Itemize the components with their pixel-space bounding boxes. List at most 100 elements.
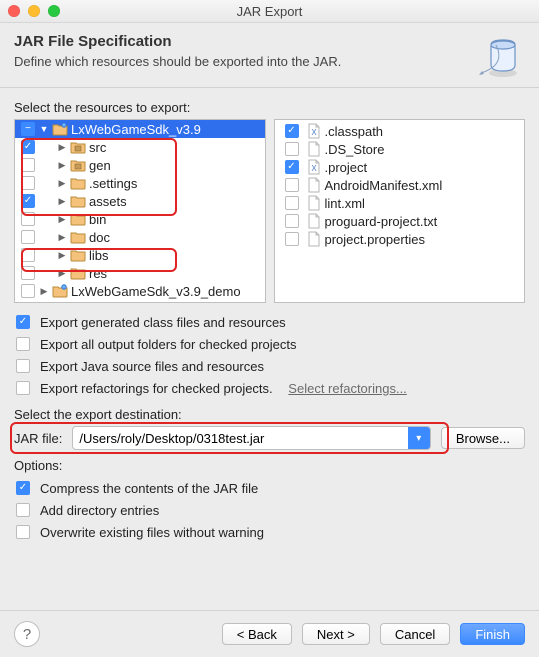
export-output-check[interactable]: [16, 337, 30, 351]
file-label: .classpath: [325, 124, 384, 139]
folder-icon: [70, 175, 86, 191]
tree-label: res: [89, 266, 107, 281]
options-label: Options:: [14, 458, 525, 473]
file-label: .project: [325, 160, 368, 175]
file-row[interactable]: proguard-project.txt: [275, 212, 525, 230]
package-icon: [70, 157, 86, 173]
file-row[interactable]: AndroidManifest.xml: [275, 176, 525, 194]
tree-check[interactable]: [21, 158, 35, 172]
tree-label: .settings: [89, 176, 137, 191]
file-row[interactable]: project.properties: [275, 230, 525, 248]
tree-check[interactable]: [21, 230, 35, 244]
tree-label: LxWebGameSdk_v3.9_demo: [71, 284, 241, 299]
file-label: AndroidManifest.xml: [325, 178, 443, 193]
export-source-row[interactable]: Export Java source files and resources: [14, 355, 525, 377]
tree-label: doc: [89, 230, 110, 245]
tree-label: LxWebGameSdk_v3.9: [71, 122, 201, 137]
export-refactor-check[interactable]: [16, 381, 30, 395]
file-icon: [306, 195, 322, 211]
overwrite-check[interactable]: [16, 525, 30, 539]
page-subtitle: Define which resources should be exporte…: [14, 54, 467, 69]
export-refactor-label: Export refactorings for checked projects…: [40, 381, 273, 396]
export-source-check[interactable]: [16, 359, 30, 373]
file-label: proguard-project.txt: [325, 214, 438, 229]
tree-check[interactable]: [21, 176, 35, 190]
file-label: project.properties: [325, 232, 425, 247]
tree-label: bin: [89, 212, 106, 227]
tree-check[interactable]: [21, 248, 35, 262]
export-source-label: Export Java source files and resources: [40, 359, 264, 374]
tree-check[interactable]: −: [21, 122, 35, 136]
file-icon: [306, 213, 322, 229]
project-icon: [52, 283, 68, 299]
tree-check[interactable]: [21, 284, 35, 298]
file-row[interactable]: ✓ .project: [275, 158, 525, 176]
cancel-button[interactable]: Cancel: [380, 623, 450, 645]
expand-arrow-icon[interactable]: ▶: [57, 196, 67, 207]
jar-export-window: JAR Export JAR File Specification Define…: [0, 0, 539, 657]
folder-icon: [70, 265, 86, 281]
folder-icon: [70, 193, 86, 209]
file-check[interactable]: [285, 178, 299, 192]
tree-row[interactable]: ▶ LxWebGameSdk_v3.9_demo: [15, 282, 265, 300]
expand-arrow-icon[interactable]: ▼: [39, 124, 49, 134]
zoom-icon[interactable]: [48, 5, 60, 17]
export-classes-row[interactable]: ✓ Export generated class files and resou…: [14, 311, 525, 333]
tree-check[interactable]: ✓: [21, 194, 35, 208]
file-check[interactable]: [285, 142, 299, 156]
tree-label: gen: [89, 158, 111, 173]
browse-button[interactable]: Browse...: [441, 427, 525, 449]
next-button[interactable]: Next >: [302, 623, 370, 645]
jar-icon: [475, 33, 525, 79]
compress-label: Compress the contents of the JAR file: [40, 481, 258, 496]
tree-check[interactable]: [21, 212, 35, 226]
tree-check[interactable]: ✓: [21, 140, 35, 154]
file-row[interactable]: lint.xml: [275, 194, 525, 212]
minimize-icon[interactable]: [28, 5, 40, 17]
tree-label: src: [89, 140, 106, 155]
resources-label: Select the resources to export:: [14, 100, 525, 115]
export-refactor-row[interactable]: Export refactorings for checked projects…: [14, 377, 525, 399]
file-check[interactable]: [285, 232, 299, 246]
file-check[interactable]: ✓: [285, 124, 299, 138]
expand-arrow-icon[interactable]: ▶: [39, 286, 49, 297]
resource-tree[interactable]: −▼ LxWebGameSdk_v3.9 ✓ ▶ src ▶ gen ▶ .settings ✓ ▶…: [14, 119, 266, 303]
file-label: lint.xml: [325, 196, 365, 211]
file-check[interactable]: [285, 196, 299, 210]
compress-row[interactable]: ✓ Compress the contents of the JAR file: [14, 477, 525, 499]
export-classes-check[interactable]: ✓: [16, 315, 30, 329]
destination-label: Select the export destination:: [14, 407, 525, 422]
jar-file-dropdown-icon[interactable]: ▾: [408, 427, 430, 449]
export-classes-label: Export generated class files and resourc…: [40, 315, 286, 330]
project-icon: [52, 121, 68, 137]
folder-icon: [70, 247, 86, 263]
file-label: .DS_Store: [325, 142, 385, 157]
wizard-header: JAR File Specification Define which reso…: [0, 23, 539, 88]
select-refactorings-link[interactable]: Select refactorings...: [288, 381, 407, 396]
resource-files[interactable]: ✓ .classpath .DS_Store ✓ .project AndroidMani…: [274, 119, 526, 303]
folder-icon: [70, 211, 86, 227]
close-icon[interactable]: [8, 5, 20, 17]
expand-arrow-icon[interactable]: ▶: [57, 160, 67, 171]
back-button[interactable]: < Back: [222, 623, 292, 645]
tree-label: assets: [89, 194, 127, 209]
expand-arrow-icon[interactable]: ▶: [57, 178, 67, 189]
dirs-row[interactable]: Add directory entries: [14, 499, 525, 521]
overwrite-label: Overwrite existing files without warning: [40, 525, 264, 540]
export-output-row[interactable]: Export all output folders for checked pr…: [14, 333, 525, 355]
tree-row[interactable]: −▼ LxWebGameSdk_v3.9: [15, 120, 265, 138]
help-button[interactable]: ?: [14, 621, 40, 647]
file-icon: [306, 231, 322, 247]
file-check[interactable]: [285, 214, 299, 228]
compress-check[interactable]: ✓: [16, 481, 30, 495]
jar-file-input[interactable]: [72, 426, 430, 450]
expand-arrow-icon[interactable]: ▶: [57, 142, 67, 153]
dirs-check[interactable]: [16, 503, 30, 517]
wizard-footer: ? < Back Next > Cancel Finish: [0, 610, 539, 657]
page-title: JAR File Specification: [14, 33, 467, 50]
file-check[interactable]: ✓: [285, 160, 299, 174]
tree-check[interactable]: [21, 266, 35, 280]
titlebar: JAR Export: [0, 0, 539, 23]
finish-button[interactable]: Finish: [460, 623, 525, 645]
overwrite-row[interactable]: Overwrite existing files without warning: [14, 521, 525, 543]
